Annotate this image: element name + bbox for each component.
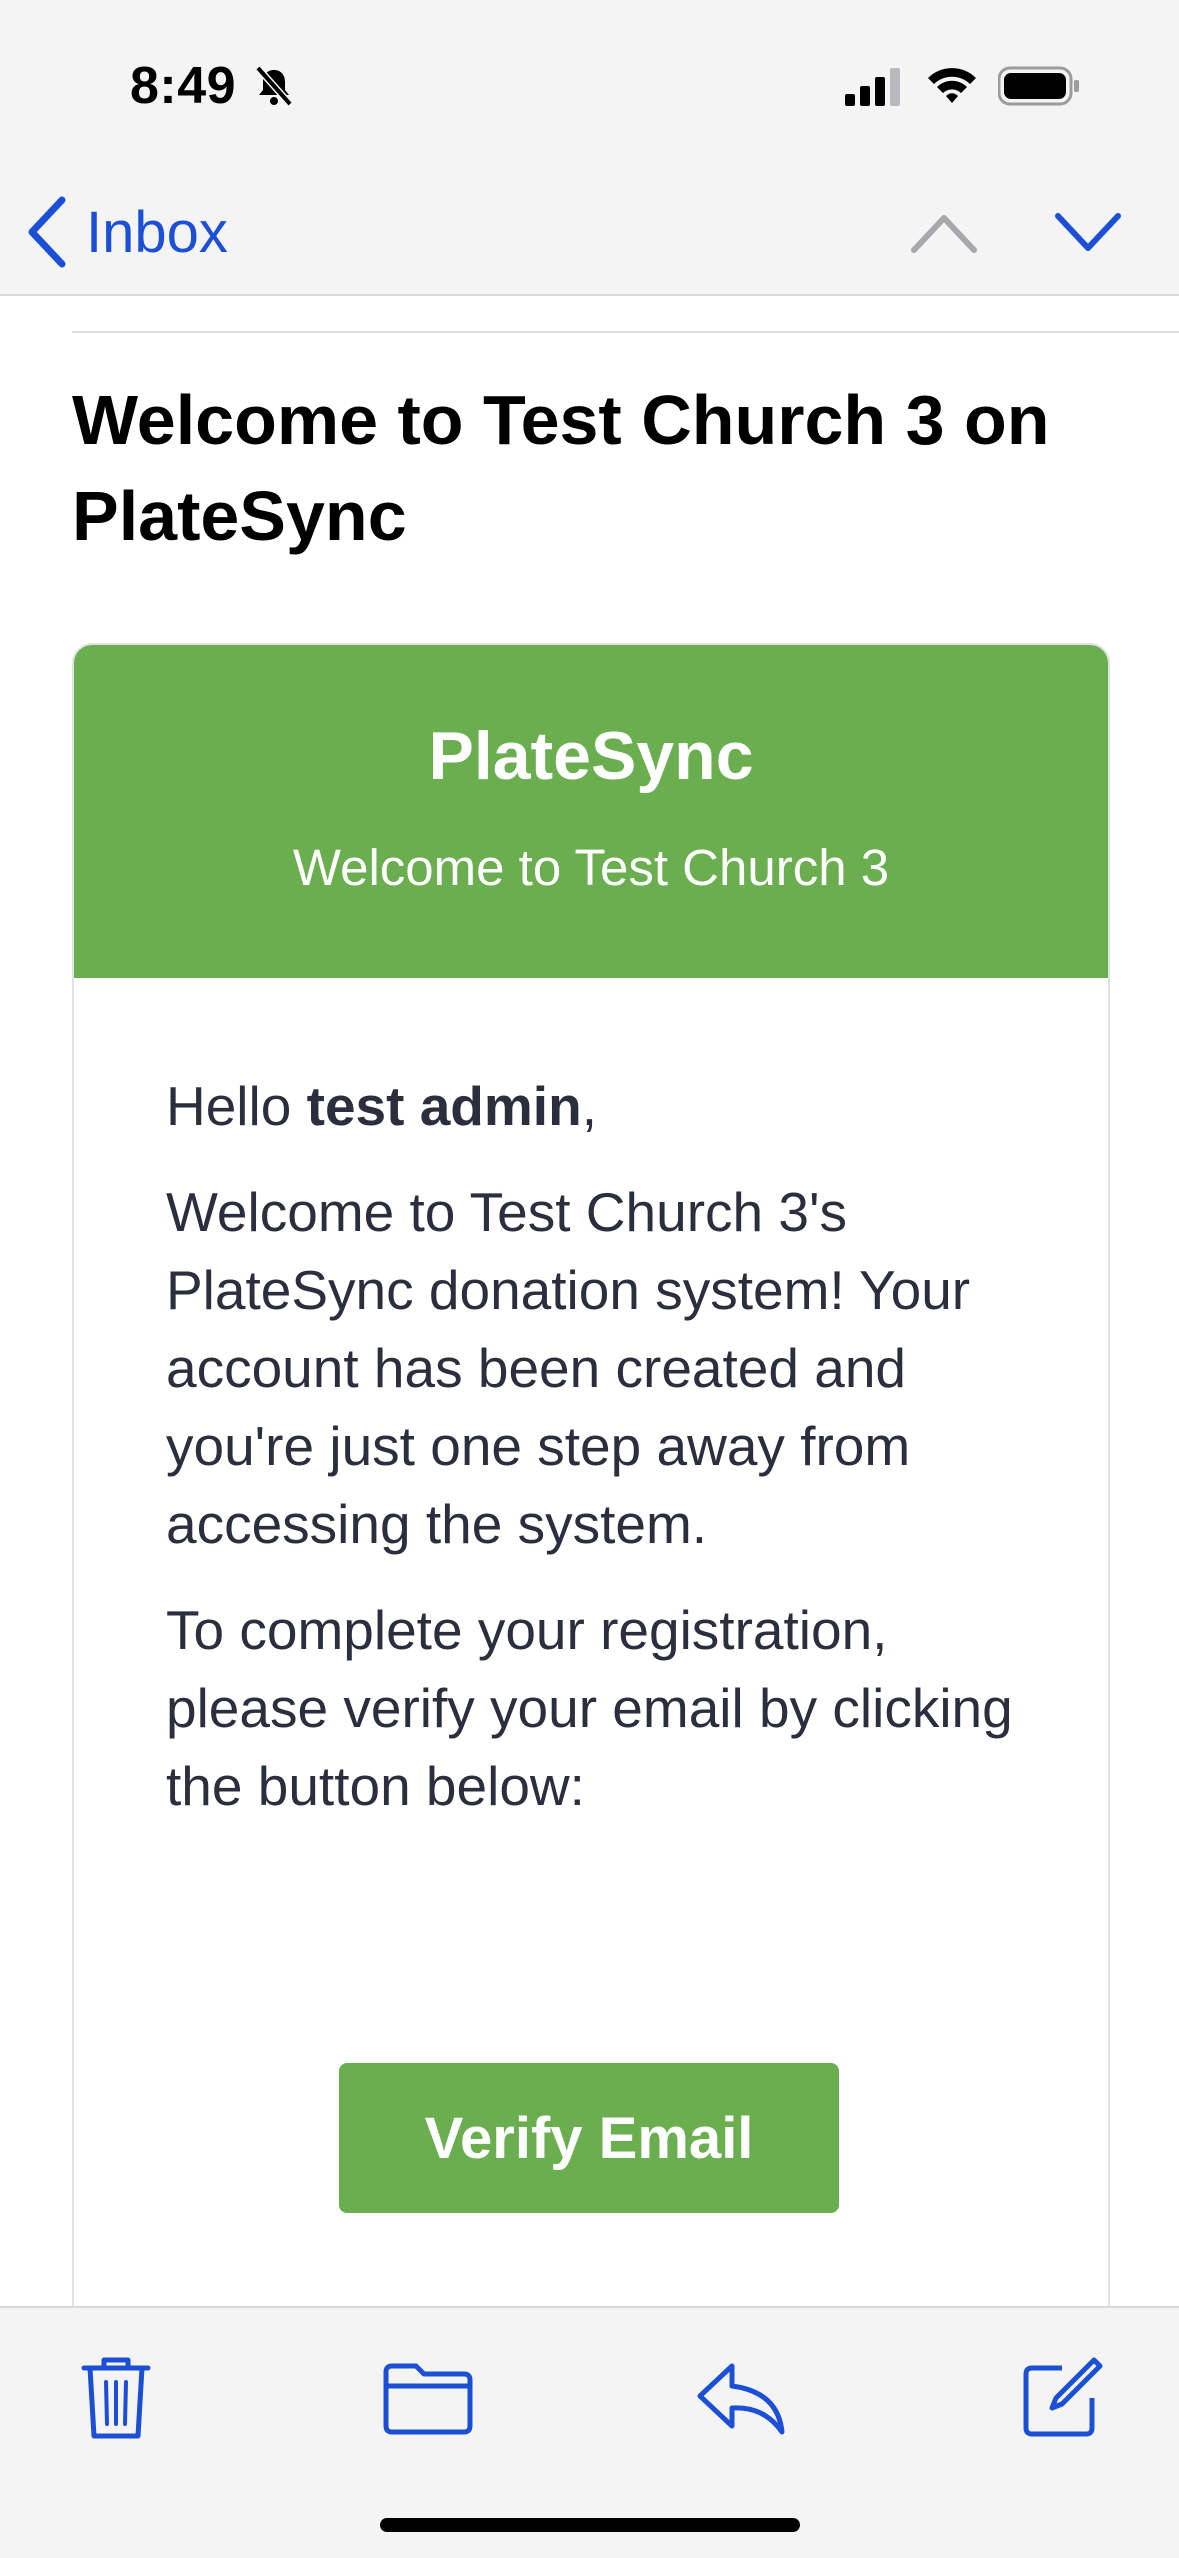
welcome-paragraph: Welcome to Test Church 3's PlateSync don…: [166, 1181, 971, 1555]
email-message: Hello test admin, Welcome to Test Church…: [166, 1067, 1046, 1853]
status-bar: 8:49: [0, 0, 1179, 170]
header-divider: [72, 331, 1179, 333]
back-to-inbox-button[interactable]: Inbox: [24, 182, 228, 282]
delete-button[interactable]: [66, 2348, 166, 2448]
greeting: Hello test admin,: [166, 1067, 1046, 1145]
home-indicator[interactable]: [380, 2518, 800, 2532]
greeting-suffix: ,: [581, 1075, 597, 1137]
status-time: 8:49: [130, 57, 237, 115]
next-message-chevron-down-icon[interactable]: [1052, 206, 1124, 258]
reply-button[interactable]: [692, 2348, 792, 2448]
silent-bell-icon: [255, 65, 293, 107]
recipient-name: test admin: [306, 1075, 582, 1137]
verify-email-button[interactable]: Verify Email: [339, 2063, 839, 2213]
cellular-signal-icon: [845, 68, 900, 106]
back-label: Inbox: [86, 199, 228, 265]
chevron-left-icon: [28, 196, 66, 268]
instructions-paragraph: To complete your registration, please ve…: [166, 1599, 1013, 1817]
folder-icon: [383, 2363, 473, 2435]
brand-title: PlateSync: [428, 718, 754, 794]
email-banner: PlateSync Welcome to Test Church 3: [74, 645, 1108, 978]
banner-subtitle: Welcome to Test Church 3: [292, 839, 890, 896]
reply-icon: [697, 2363, 785, 2435]
wifi-icon: [928, 68, 976, 103]
compose-button[interactable]: [1012, 2348, 1112, 2448]
trash-icon: [81, 2357, 151, 2439]
previous-message-chevron-up-icon[interactable]: [908, 206, 980, 258]
move-to-folder-button[interactable]: [378, 2348, 478, 2448]
compose-icon: [1023, 2357, 1103, 2437]
greeting-prefix: Hello: [166, 1075, 307, 1137]
email-subject: Welcome to Test Church 3 on PlateSync: [72, 381, 1050, 555]
mail-nav-bar: Inbox: [0, 170, 1179, 296]
battery-icon: [998, 66, 1079, 106]
